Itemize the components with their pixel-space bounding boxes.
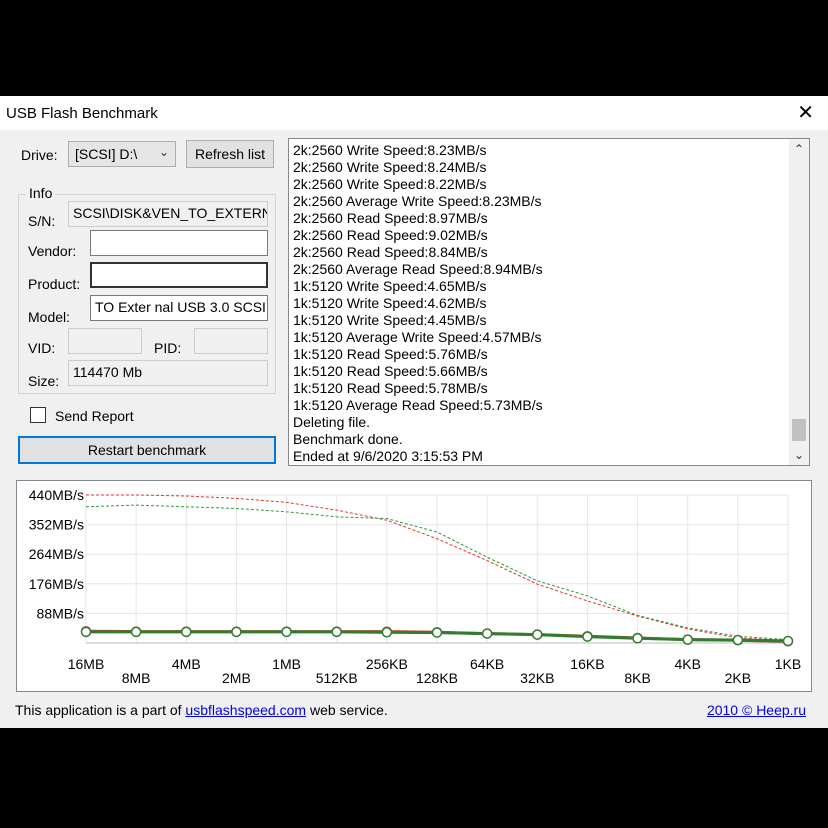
pid-label: PID: <box>154 340 182 356</box>
y-tick-label: 264MB/s <box>29 546 84 562</box>
scroll-down-arrow-icon[interactable]: ⌄ <box>789 445 809 465</box>
log-line: 2k:2560 Read Speed:8.84MB/s <box>293 244 488 260</box>
title-bar[interactable]: USB Flash Benchmark ✕ <box>0 96 828 130</box>
model-field[interactable]: TO Exter nal USB 3.0 SCSI <box>90 295 268 321</box>
x-tick-label: 32KB <box>520 670 554 686</box>
x-tick-label: 1KB <box>775 656 801 672</box>
log-listbox[interactable]: 2k:2560 Write Speed:8.23MB/s 2k:2560 Writ… <box>288 138 810 466</box>
series-point <box>80 626 92 638</box>
y-tick-label: 176MB/s <box>29 576 84 592</box>
series-point <box>532 629 543 640</box>
series-point <box>632 633 643 644</box>
series-point <box>782 635 794 647</box>
series-point <box>582 631 593 642</box>
close-icon[interactable]: ✕ <box>797 101 814 125</box>
log-line: 1k:5120 Write Speed:4.45MB/s <box>293 312 487 328</box>
x-tick-label: 16KB <box>570 656 604 672</box>
copyright-footer: 2010 © Heep.ru <box>707 702 806 718</box>
log-line: 1k:5120 Read Speed:5.66MB/s <box>293 363 488 379</box>
x-tick-label: 4MB <box>172 656 201 672</box>
x-tick-label: 64KB <box>470 656 504 672</box>
sn-label: S/N: <box>28 213 56 229</box>
info-legend: Info <box>26 185 56 201</box>
series-point <box>732 634 744 646</box>
footer-text: This application is a part of usbflashsp… <box>15 702 388 718</box>
series-point <box>481 628 493 639</box>
series-point <box>682 634 693 645</box>
series-point <box>130 626 142 638</box>
log-line: 2k:2560 Read Speed:9.02MB/s <box>293 227 488 243</box>
log-line: 2k:2560 Write Speed:8.23MB/s <box>293 142 487 158</box>
vendor-field[interactable] <box>90 230 268 256</box>
product-label: Product: <box>28 276 81 292</box>
restart-benchmark-button[interactable]: Restart benchmark <box>18 436 276 464</box>
log-line: 2k:2560 Write Speed:8.24MB/s <box>293 159 487 175</box>
scroll-up-arrow-icon[interactable]: ⌃ <box>789 139 809 159</box>
x-tick-label: 2KB <box>725 670 751 686</box>
y-tick-label: 440MB/s <box>29 487 84 503</box>
send-report-label[interactable]: Send Report <box>55 408 134 424</box>
x-tick-label: 8MB <box>122 670 151 686</box>
chevron-down-icon: ⌄ <box>158 145 169 159</box>
footer-text-after: web service. <box>306 702 388 718</box>
footer-text-before: This application is a part of <box>15 702 186 718</box>
x-tick-label: 8KB <box>624 670 650 686</box>
y-tick-label: 352MB/s <box>29 517 84 533</box>
send-report-checkbox[interactable] <box>30 407 46 423</box>
drive-select-value: [SCSI] D:\ <box>75 146 138 162</box>
x-tick-label: 4KB <box>674 656 700 672</box>
series-point <box>381 626 393 638</box>
speed-chart: 440MB/s 352MB/s 264MB/s 176MB/s 88MB/s 16MB 8M… <box>16 480 812 692</box>
pid-field[interactable] <box>194 328 268 354</box>
x-tick-label: 512KB <box>316 670 358 686</box>
scroll-thumb[interactable] <box>792 419 806 441</box>
size-label: Size: <box>28 373 60 389</box>
x-tick-label: 16MB <box>68 656 105 672</box>
x-tick-label: 2MB <box>222 670 251 686</box>
vid-field[interactable] <box>68 328 142 354</box>
log-line: 2k:2560 Average Read Speed:8.94MB/s <box>293 261 543 277</box>
log-line: 2k:2560 Read Speed:8.97MB/s <box>293 210 488 226</box>
series-point <box>231 626 242 638</box>
usbflashspeed-link[interactable]: usbflashspeed.com <box>185 702 306 718</box>
heep-link[interactable]: 2010 © Heep.ru <box>707 702 806 718</box>
log-line: 2k:2560 Average Write Speed:8.23MB/s <box>293 193 542 209</box>
x-tick-label: 128KB <box>416 670 458 686</box>
log-line: Ended at 9/6/2020 3:15:53 PM <box>293 448 483 464</box>
drive-select[interactable]: [SCSI] D:\ ⌄ <box>68 141 176 167</box>
model-label: Model: <box>28 309 71 325</box>
log-line: 1k:5120 Write Speed:4.62MB/s <box>293 295 487 311</box>
log-lines: 2k:2560 Write Speed:8.23MB/s 2k:2560 Writ… <box>293 142 783 465</box>
log-scrollbar[interactable]: ⌃ ⌄ <box>789 139 809 465</box>
log-line: Deleting file. <box>293 414 371 430</box>
log-line: 1k:5120 Read Speed:5.78MB/s <box>293 380 488 396</box>
log-line: Benchmark done. <box>293 431 403 447</box>
app-window: USB Flash Benchmark ✕ Drive: [SCSI] D:\ … <box>0 96 828 728</box>
log-line: 1k:5120 Write Speed:4.65MB/s <box>293 278 487 294</box>
x-tick-label: 256KB <box>366 656 408 672</box>
series-point <box>331 626 342 638</box>
product-field[interactable] <box>90 262 268 288</box>
size-field[interactable]: 114470 Mb <box>68 360 268 386</box>
log-line: 1k:5120 Average Write Speed:4.57MB/s <box>293 329 542 345</box>
log-line: 2k:2560 Write Speed:8.22MB/s <box>293 176 487 192</box>
series-point <box>181 626 192 638</box>
log-line: 1k:5120 Average Read Speed:5.73MB/s <box>293 397 543 413</box>
drive-label: Drive: <box>21 147 58 163</box>
window-title: USB Flash Benchmark <box>6 105 158 122</box>
log-line: 1k:5120 Read Speed:5.76MB/s <box>293 346 488 362</box>
x-tick-label: 1MB <box>272 656 301 672</box>
y-tick-label: 88MB/s <box>37 605 84 621</box>
sn-field[interactable]: SCSI\DISK&VEN_TO_EXTERNAL <box>68 201 268 227</box>
vid-label: VID: <box>28 340 56 356</box>
series-point <box>281 626 292 638</box>
refresh-list-button[interactable]: Refresh list <box>186 140 274 168</box>
vendor-label: Vendor: <box>28 243 77 259</box>
series-point <box>431 627 443 638</box>
speed-chart-svg: 440MB/s 352MB/s 264MB/s 176MB/s 88MB/s 16MB 8M… <box>29 487 801 686</box>
